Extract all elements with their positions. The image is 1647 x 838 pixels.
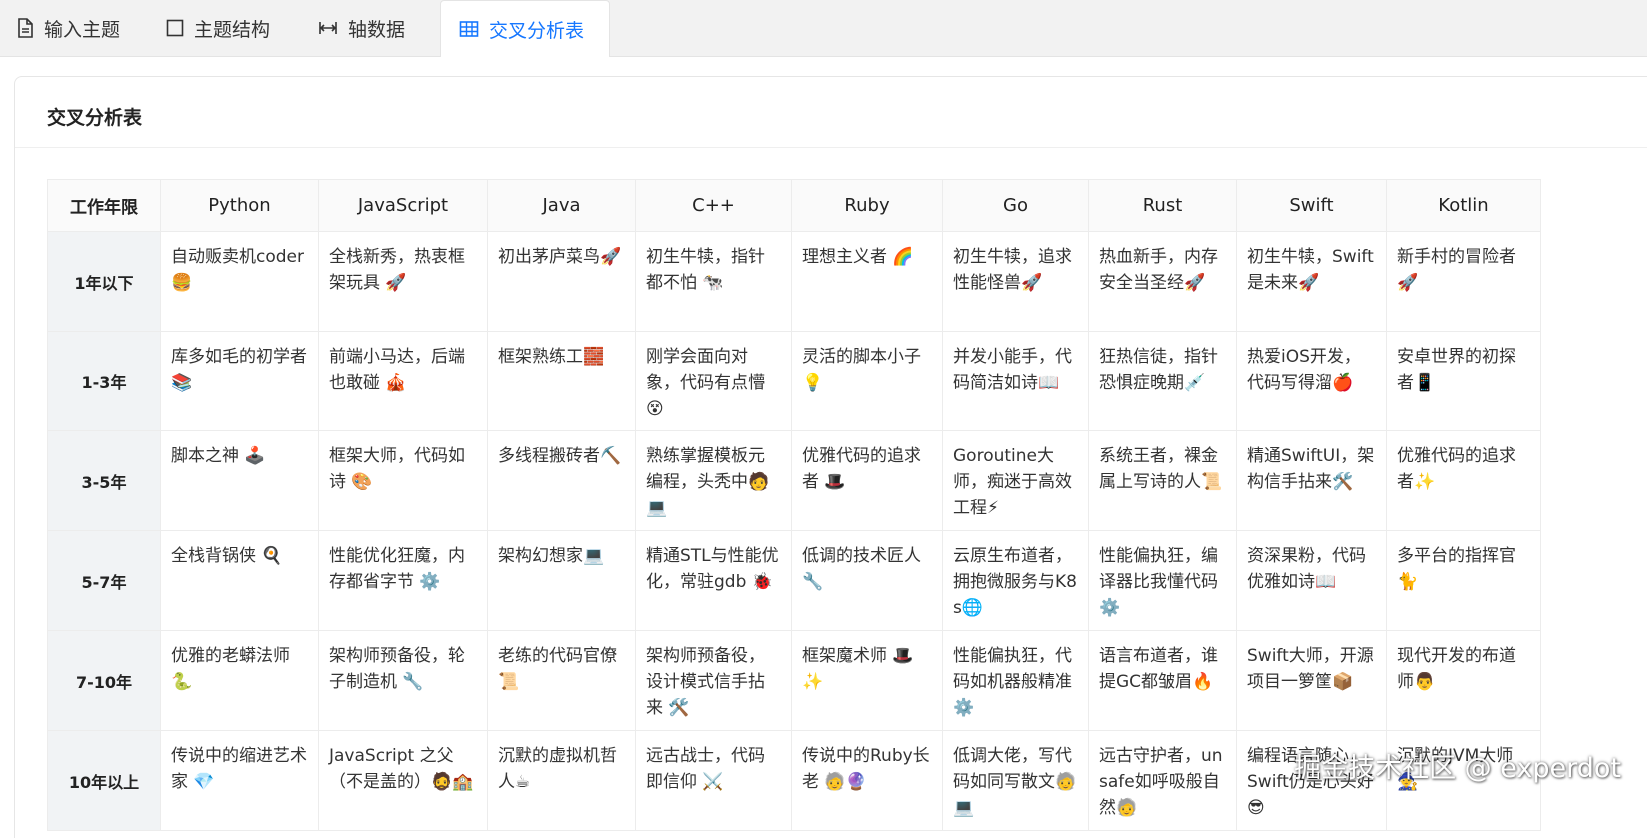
table-row: 1-3年 库多如毛的初学者📚 前端小马达，后端也敢碰 🎪 框架熟练工🧱 刚学会面… xyxy=(47,331,1541,431)
tab-axis-data[interactable]: 轴数据 xyxy=(302,0,434,56)
card-title: 交叉分析表 xyxy=(47,107,143,129)
column-header: Rust xyxy=(1088,179,1237,232)
corner-header: 工作年限 xyxy=(47,179,161,232)
table-row: 3-5年 脚本之神 🕹️ 框架大师，代码如诗 🎨 多线程搬砖者⛏️ 熟练掌握模板… xyxy=(47,430,1541,531)
table-cell: 语言布道者，谁提GC都皱眉🔥 xyxy=(1088,630,1237,731)
divider xyxy=(15,147,1647,148)
column-header: Java xyxy=(487,179,636,232)
table-cell: 远古战士，代码即信仰 ⚔️ xyxy=(635,730,792,831)
cross-analysis-table: 工作年限 Python JavaScript Java C++ Ruby Go … xyxy=(47,179,1541,831)
table-row: 1年以下 自动贩卖机coder 🍔 全栈新秀，热衷框架玩具 🚀 初出茅庐菜鸟🚀 … xyxy=(47,231,1541,332)
table-cell: 初生牛犊，Swift是未来🚀 xyxy=(1236,231,1387,332)
tab-label: 主题结构 xyxy=(194,18,271,41)
column-header: Go xyxy=(942,179,1089,232)
column-header: Ruby xyxy=(791,179,943,232)
table-cell: 安卓世界的初探者📱 xyxy=(1386,331,1541,431)
table-cell: 沉默的虚拟机哲人☕ xyxy=(487,730,636,831)
table-cell: 架构师预备役，设计模式信手拈来 🛠️ xyxy=(635,630,792,731)
table-cell: Goroutine大师，痴迷于高效工程⚡ xyxy=(942,430,1089,531)
table-cell: 热爱iOS开发，代码写得溜🍎 xyxy=(1236,331,1387,431)
table-cell: 低调的技术匠人🔧 xyxy=(791,530,943,631)
tab-label: 输入主题 xyxy=(44,18,121,41)
column-header: JavaScript xyxy=(318,179,488,232)
row-header: 7-10年 xyxy=(47,630,161,731)
table-cell: 架构幻想家💻 xyxy=(487,530,636,631)
column-header: Python xyxy=(160,179,319,232)
table-row: 5-7年 全栈背锅侠 🍳 性能优化狂魔，内存都省字节 ⚙️ 架构幻想家💻 精通S… xyxy=(47,530,1541,631)
table-cell: 多平台的指挥官🐈 xyxy=(1386,530,1541,631)
table-icon xyxy=(459,21,479,37)
row-header: 5-7年 xyxy=(47,530,161,631)
row-header: 1-3年 xyxy=(47,331,161,431)
table-cell: 初生牛犊，追求性能怪兽🚀 xyxy=(942,231,1089,332)
table-row: 7-10年 优雅的老蟒法师🐍 架构师预备役，轮子制造机 🔧 老练的代码官僚📜 架… xyxy=(47,630,1541,731)
table-cell: 刚学会面向对象，代码有点懵😵 xyxy=(635,331,792,431)
table-cell: 系统王者，裸金属上写诗的人📜 xyxy=(1088,430,1237,531)
file-icon xyxy=(18,18,33,38)
tab-bar: 输入主题 主题结构 轴数据 交叉分析表 xyxy=(0,0,1647,57)
tab-input-topic[interactable]: 输入主题 xyxy=(0,0,142,56)
table-cell: 熟练掌握模板元编程，头秃中🧑💻 xyxy=(635,430,792,531)
table-cell: 多线程搬砖者⛏️ xyxy=(487,430,636,531)
table-cell: 库多如毛的初学者📚 xyxy=(160,331,319,431)
table-cell: 架构师预备役，轮子制造机 🔧 xyxy=(318,630,488,731)
table-cell: 低调大佬，写代码如同写散文🧓💻 xyxy=(942,730,1089,831)
square-icon xyxy=(166,19,184,37)
table-cell: 传说中的Ruby长老 🧓🔮 xyxy=(791,730,943,831)
row-header: 1年以下 xyxy=(47,231,161,332)
table-cell: 前端小马达，后端也敢碰 🎪 xyxy=(318,331,488,431)
table-cell: 框架魔术师 🎩✨ xyxy=(791,630,943,731)
tab-label: 轴数据 xyxy=(348,18,406,41)
table-cell: 自动贩卖机coder 🍔 xyxy=(160,231,319,332)
header-row: 工作年限 Python JavaScript Java C++ Ruby Go … xyxy=(47,179,1541,232)
column-header: Kotlin xyxy=(1386,179,1541,232)
table-cell: 框架熟练工🧱 xyxy=(487,331,636,431)
table-cell: 热血新手，内存安全当圣经🚀 xyxy=(1088,231,1237,332)
table-cell: 理想主义者 🌈 xyxy=(791,231,943,332)
table-cell: 现代开发的布道师👨 xyxy=(1386,630,1541,731)
row-header: 3-5年 xyxy=(47,430,161,531)
table-cell: 精通SwiftUI，架构信手拈来🛠️ xyxy=(1236,430,1387,531)
tab-topic-structure[interactable]: 主题结构 xyxy=(150,0,300,56)
row-header: 10年以上 xyxy=(47,730,161,831)
table-cell: 狂热信徒，指针恐惧症晚期💉 xyxy=(1088,331,1237,431)
table-cell: 全栈背锅侠 🍳 xyxy=(160,530,319,631)
table-cell: 资深果粉，代码优雅如诗📖 xyxy=(1236,530,1387,631)
column-header: C++ xyxy=(635,179,792,232)
table-cell: 初生牛犊，指针都不怕 🐄 xyxy=(635,231,792,332)
table-cell: 性能偏执狂，代码如机器般精准⚙️ xyxy=(942,630,1089,731)
table-cell: 框架大师，代码如诗 🎨 xyxy=(318,430,488,531)
watermark: 掘金技术社区 @ experdot xyxy=(1294,753,1621,784)
table-cell: 性能优化狂魔，内存都省字节 ⚙️ xyxy=(318,530,488,631)
table-cell: 优雅代码的追求者 🎩 xyxy=(791,430,943,531)
table-cell: 新手村的冒险者🚀 xyxy=(1386,231,1541,332)
table-cell: JavaScript 之父（不是盖的）🧔🏫 xyxy=(318,730,488,831)
column-header: Swift xyxy=(1236,179,1387,232)
table-cell: 精通STL与性能优化，常驻gdb 🐞 xyxy=(635,530,792,631)
table-cell: 并发小能手，代码简洁如诗📖 xyxy=(942,331,1089,431)
table-cell: 全栈新秀，热衷框架玩具 🚀 xyxy=(318,231,488,332)
table-cell: 远古守护者，unsafe如呼吸般自然🧓 xyxy=(1088,730,1237,831)
table-cell: 优雅的老蟒法师🐍 xyxy=(160,630,319,731)
cross-analysis-card: 交叉分析表 工作年限 Python JavaScript Java C++ Ru… xyxy=(14,76,1647,838)
table-cell: 老练的代码官僚📜 xyxy=(487,630,636,731)
axis-icon xyxy=(319,22,337,34)
tab-cross-analysis[interactable]: 交叉分析表 xyxy=(440,0,610,57)
table-cell: 传说中的缩进艺术家 💎 xyxy=(160,730,319,831)
table-cell: 初出茅庐菜鸟🚀 xyxy=(487,231,636,332)
table-cell: 性能偏执狂，编译器比我懂代码⚙️ xyxy=(1088,530,1237,631)
table-cell: 灵活的脚本小子💡 xyxy=(791,331,943,431)
table-cell: 优雅代码的追求者✨ xyxy=(1386,430,1541,531)
table-cell: 云原生布道者，拥抱微服务与K8s🌐 xyxy=(942,530,1089,631)
table-cell: 脚本之神 🕹️ xyxy=(160,430,319,531)
table-cell: Swift大师，开源项目一箩筐📦 xyxy=(1236,630,1387,731)
tab-label: 交叉分析表 xyxy=(489,19,585,42)
